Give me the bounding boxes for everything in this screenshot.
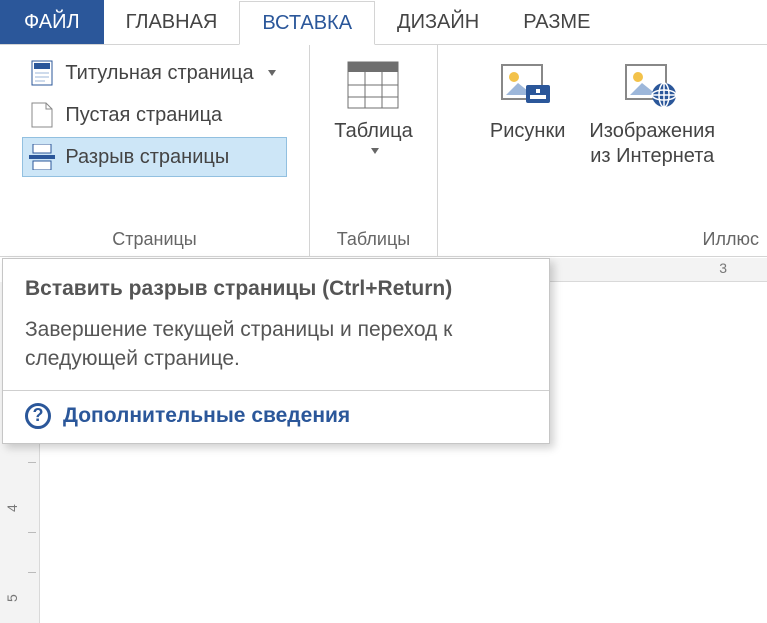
online-pictures-label-1: Изображения [589, 120, 715, 142]
online-pictures-label-2: из Интернета [590, 145, 714, 167]
table-icon [345, 57, 401, 113]
group-illustrations-label: Иллюс [446, 225, 759, 256]
help-icon: ? [25, 403, 51, 429]
ruler-v-5: 5 [4, 594, 20, 602]
tab-design[interactable]: ДИЗАЙН [375, 0, 501, 44]
ruler-v-4: 4 [4, 504, 20, 512]
blank-page-icon [29, 102, 55, 128]
tab-insert[interactable]: ВСТАВКА [239, 1, 375, 45]
dropdown-caret-icon [268, 70, 276, 76]
cover-page-label: Титульная страница [65, 62, 253, 85]
group-illustrations: Рисунки Изображения [438, 45, 767, 256]
blank-page-label: Пустая страница [65, 104, 222, 127]
screentip-title: Вставить разрыв страницы (Ctrl+Return) [25, 277, 527, 301]
tab-layout[interactable]: РАЗМЕ [501, 0, 612, 44]
group-pages-label: Страницы [8, 225, 301, 256]
dropdown-caret-icon [371, 148, 379, 154]
group-tables-label: Таблицы [318, 225, 429, 256]
cover-page-icon [29, 60, 55, 86]
ribbon: Титульная страница Пустая страница [0, 44, 767, 257]
tell-me-more-label: Дополнительные сведения [63, 404, 350, 428]
group-tables: Таблица Таблицы [310, 45, 438, 256]
ribbon-tabs: ФАЙЛ ГЛАВНАЯ ВСТАВКА ДИЗАЙН РАЗМЕ [0, 0, 767, 44]
online-pictures-icon [624, 57, 680, 113]
tab-home[interactable]: ГЛАВНАЯ [104, 0, 240, 44]
blank-page-button[interactable]: Пустая страница [22, 95, 286, 135]
screentip-description: Завершение текущей страницы и переход к … [25, 315, 527, 374]
group-pages: Титульная страница Пустая страница [0, 45, 310, 256]
pictures-label: Рисунки [490, 119, 565, 144]
table-label: Таблица [334, 120, 412, 142]
pictures-button[interactable]: Рисунки [480, 51, 575, 225]
cover-page-button[interactable]: Титульная страница [22, 53, 286, 93]
page-break-icon [29, 144, 55, 170]
ruler-h-mark: 3 [719, 260, 727, 276]
page-break-label: Разрыв страницы [65, 146, 229, 169]
pictures-icon [500, 57, 556, 113]
screentip: Вставить разрыв страницы (Ctrl+Return) З… [2, 258, 550, 444]
divider [3, 390, 549, 391]
online-pictures-button[interactable]: Изображения из Интернета [579, 51, 725, 225]
tell-me-more-link[interactable]: ? Дополнительные сведения [25, 403, 527, 429]
table-button[interactable]: Таблица [324, 51, 422, 154]
page-break-button[interactable]: Разрыв страницы [22, 137, 286, 177]
tab-file[interactable]: ФАЙЛ [0, 0, 104, 44]
